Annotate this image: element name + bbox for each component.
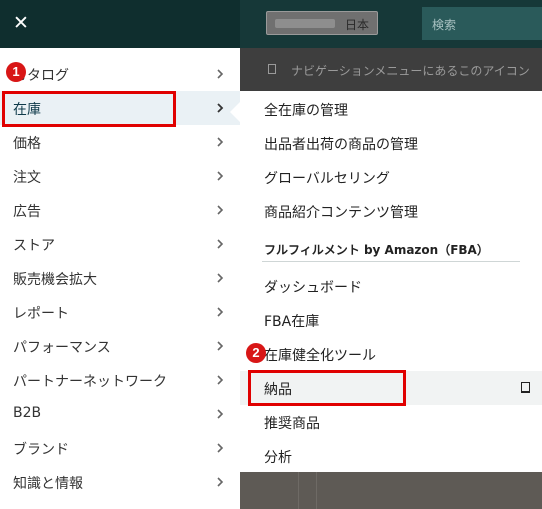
store-name-redacted xyxy=(275,19,335,28)
submenu-item-a-plus-content[interactable]: 商品紹介コンテンツ管理 xyxy=(240,194,542,228)
nav-item-advertising[interactable]: 広告 xyxy=(0,193,240,227)
highlight-box-shipments xyxy=(248,370,406,406)
info-bar-text: ナビゲーションメニューにあるこのアイコン xyxy=(291,64,530,78)
chevron-right-icon xyxy=(217,205,224,215)
nav-item-b2b[interactable]: B2B xyxy=(0,397,240,431)
divider xyxy=(298,472,299,509)
submenu-item-global-selling[interactable]: グローバルセリング xyxy=(240,160,542,194)
submenu-item-analytics[interactable]: 分析 xyxy=(240,439,542,473)
nav-item-label: ストア xyxy=(13,238,55,254)
inventory-submenu: 全在庫の管理 出品者出荷の商品の管理 グローバルセリング 商品紹介コンテンツ管理… xyxy=(240,91,542,472)
chevron-right-icon xyxy=(217,443,224,453)
chevron-right-icon xyxy=(217,69,224,79)
nav-item-label: パフォーマンス xyxy=(13,340,111,356)
submenu-item-inventory-health[interactable]: 在庫健全化ツール xyxy=(240,337,542,371)
search-placeholder: 検索 xyxy=(432,18,457,32)
submenu-item-dashboard[interactable]: ダッシュボード xyxy=(240,269,542,303)
nav-item-stores[interactable]: ストア xyxy=(0,227,240,261)
submenu-item-label: 商品紹介コンテンツ管理 xyxy=(264,205,418,221)
nav-item-growth[interactable]: 販売機会拡大 xyxy=(0,261,240,295)
submenu-item-label: グローバルセリング xyxy=(264,171,390,187)
highlight-box-inventory xyxy=(2,91,176,127)
submenu-item-label: 推奨商品 xyxy=(264,416,320,432)
submenu-item-label: 出品者出荷の商品の管理 xyxy=(264,137,418,153)
close-icon[interactable]: ✕ xyxy=(10,12,32,34)
submenu-item-manage-all-inventory[interactable]: 全在庫の管理 xyxy=(240,92,542,126)
nav-item-label: B2B xyxy=(13,405,42,421)
fba-section-header: フルフィルメント by Amazon（FBA） xyxy=(264,243,489,257)
nav-item-label: パートナーネットワーク xyxy=(13,374,167,390)
nav-item-pricing[interactable]: 価格 xyxy=(0,125,240,159)
nav-drawer-header: ✕ xyxy=(0,0,240,48)
nav-item-label: 広告 xyxy=(13,204,41,220)
chevron-right-icon xyxy=(217,137,224,147)
submenu-item-label: 全在庫の管理 xyxy=(264,103,348,119)
nav-item-label: 価格 xyxy=(13,136,41,152)
nav-item-reports[interactable]: レポート xyxy=(0,295,240,329)
marketplace-selector[interactable]: 日本 xyxy=(266,11,378,35)
chevron-right-icon xyxy=(217,341,224,351)
nav-item-label: 知識と情報 xyxy=(13,476,83,492)
nav-item-catalog[interactable]: カタログ xyxy=(0,57,240,91)
nav-item-label: 注文 xyxy=(13,170,41,186)
chevron-right-icon xyxy=(217,307,224,317)
nav-item-orders[interactable]: 注文 xyxy=(0,159,240,193)
chevron-right-icon xyxy=(217,409,224,419)
nav-item-label: レポート xyxy=(13,306,69,322)
step-badge-1: 1 xyxy=(6,62,26,82)
nav-item-learn[interactable]: 知識と情報 xyxy=(0,465,240,499)
chevron-right-icon xyxy=(217,171,224,181)
nav-item-label: ブランド xyxy=(13,442,69,458)
bookmark-icon[interactable] xyxy=(521,382,530,393)
bookmark-icon xyxy=(268,64,276,74)
submenu-item-label: 在庫健全化ツール xyxy=(264,348,376,364)
chevron-right-icon xyxy=(217,477,224,487)
submenu-item-label: ダッシュボード xyxy=(264,280,362,296)
submenu-item-manage-mfn-inventory[interactable]: 出品者出荷の商品の管理 xyxy=(240,126,542,160)
page-content-bottom xyxy=(240,472,542,509)
divider xyxy=(262,261,520,262)
nav-item-performance[interactable]: パフォーマンス xyxy=(0,329,240,363)
step-badge-2: 2 xyxy=(246,343,266,363)
nav-item-label: 販売機会拡大 xyxy=(13,272,97,288)
submenu-item-label: 分析 xyxy=(264,450,292,466)
chevron-right-icon xyxy=(217,239,224,249)
search-input[interactable]: 検索 xyxy=(422,7,542,40)
marketplace-label: 日本 xyxy=(344,18,369,32)
nav-item-brands[interactable]: ブランド xyxy=(0,431,240,465)
chevron-right-icon xyxy=(217,273,224,283)
nav-drawer: ✕ カタログ 在庫 価格 注文 広告 ストア 販売機会拡大 レポート パフォーマ… xyxy=(0,0,240,509)
submenu-item-fba-inventory[interactable]: FBA在庫 xyxy=(240,303,542,337)
submenu-item-label: FBA在庫 xyxy=(264,314,320,330)
submenu-item-recommended-products[interactable]: 推奨商品 xyxy=(240,405,542,439)
divider xyxy=(316,472,317,509)
chevron-right-icon xyxy=(217,375,224,385)
nav-item-partner-network[interactable]: パートナーネットワーク xyxy=(0,363,240,397)
chevron-right-icon xyxy=(217,103,224,113)
